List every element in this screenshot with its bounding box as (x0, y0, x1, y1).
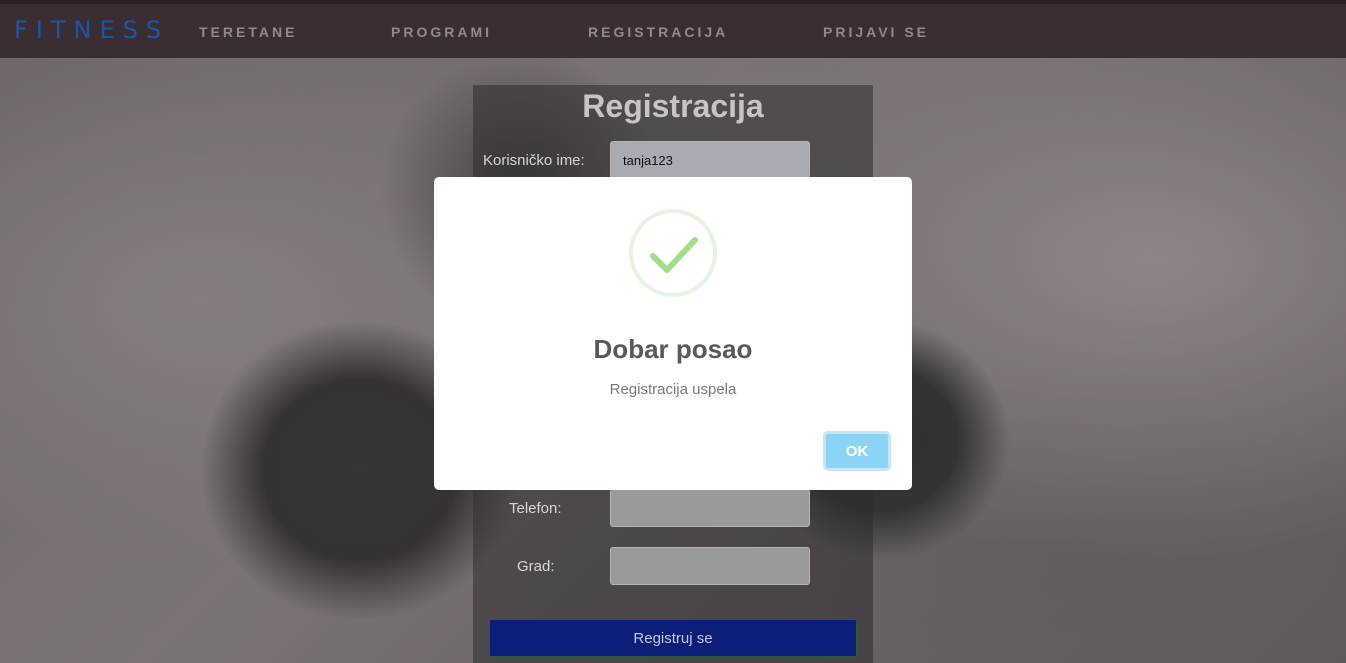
dialog-message: Registracija uspela (609, 381, 737, 398)
success-dialog: Dobar posao Registracija uspela OK (434, 177, 912, 490)
nav-link-prijavi-se[interactable]: PRIJAVI SE (823, 24, 929, 40)
checkmark-icon (629, 209, 717, 297)
dialog-title: Dobar posao (593, 334, 753, 364)
brand-logo[interactable]: FITNESS (14, 16, 169, 44)
ok-button[interactable]: OK (823, 431, 891, 471)
nav-link-teretane[interactable]: TERETANE (199, 24, 297, 40)
top-navbar: FITNESS TERETANE PROGRAMI REGISTRACIJA P… (0, 0, 1346, 58)
nav-link-programi[interactable]: PROGRAMI (391, 24, 492, 40)
nav-link-registracija[interactable]: REGISTRACIJA (588, 24, 728, 40)
